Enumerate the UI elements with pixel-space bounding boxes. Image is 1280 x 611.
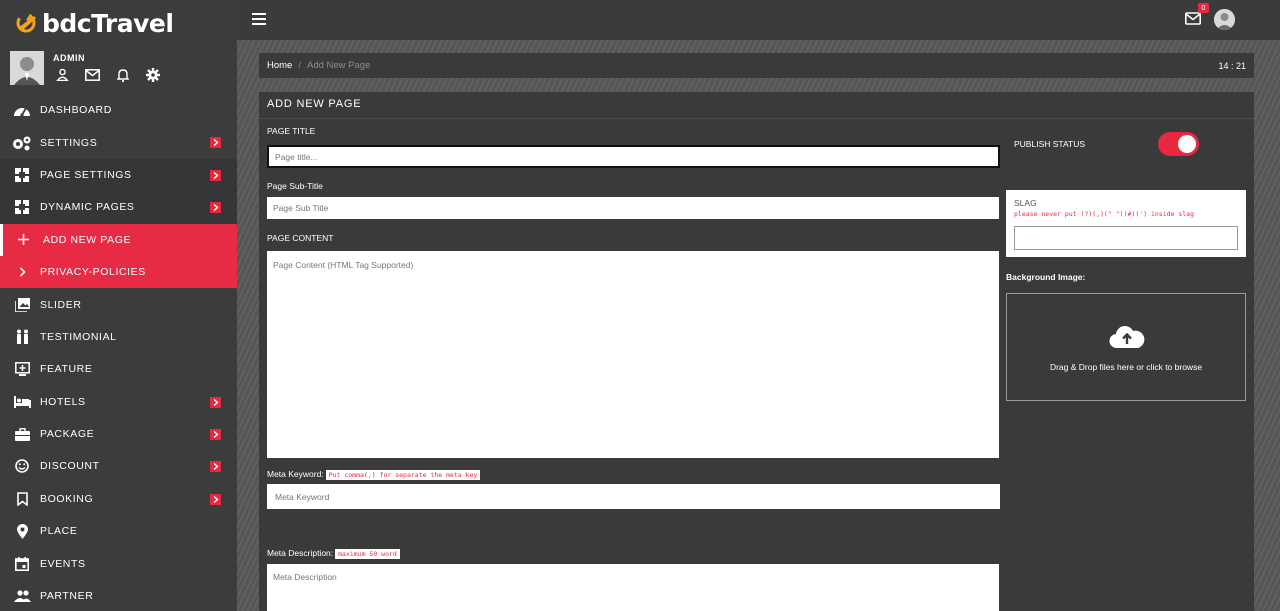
- topbar: 0: [237, 0, 1280, 40]
- bookmark-icon: [0, 492, 40, 506]
- sidebar-item-dashboard[interactable]: DASHBOARD: [0, 94, 237, 126]
- chevron-right-icon: [210, 461, 221, 473]
- group-icon: [0, 590, 40, 603]
- people-icon: [0, 329, 40, 345]
- divider: [259, 118, 1254, 119]
- breadcrumb-home-link[interactable]: Home: [267, 60, 292, 71]
- sidebar-item-settings[interactable]: SETTINGS: [0, 126, 237, 158]
- meta-desc-label-row: Meta Description: maximum 50 word: [267, 548, 400, 559]
- cloud-upload-icon: [1109, 324, 1145, 350]
- sidebar-item-package[interactable]: PACKAGE: [0, 418, 237, 450]
- page-title-label: PAGE TITLE: [267, 126, 316, 136]
- meta-desc-label: Meta Description:: [267, 548, 334, 558]
- bell-icon[interactable]: [113, 66, 132, 83]
- meta-keyword-label-row: Meta Keyword: Put comma(,) for separate t…: [267, 469, 481, 480]
- avatar[interactable]: [1214, 9, 1235, 30]
- sidebar-item-place[interactable]: PLACE: [0, 515, 237, 547]
- bed-icon: [0, 395, 40, 408]
- chevron-right-icon: [210, 169, 221, 181]
- pages-icon: [0, 167, 40, 182]
- profile-icon[interactable]: [53, 66, 72, 83]
- pin-icon: [0, 523, 40, 539]
- sidebar-item-partner[interactable]: PARTNER: [0, 580, 237, 611]
- briefcase-icon: [0, 427, 40, 441]
- sidebar-nav: DASHBOARD SETTINGS PAGE SETTINGS DYNAMIC…: [0, 94, 237, 611]
- chevron-right-icon: [0, 267, 40, 277]
- dashboard-icon: [0, 103, 40, 117]
- publish-status-toggle[interactable]: [1158, 132, 1199, 156]
- toggle-knob: [1178, 135, 1196, 153]
- meta-desc-textarea[interactable]: Meta Description: [267, 564, 999, 611]
- sidebar-item-testimonial[interactable]: TESTIMONIAL: [0, 321, 237, 353]
- hamburger-menu-icon[interactable]: [252, 13, 266, 25]
- calendar-icon: [0, 556, 40, 571]
- chevron-right-icon: [210, 396, 221, 408]
- plus-icon: [3, 234, 43, 246]
- breadcrumb: Home / Add New Page 14 : 21: [259, 53, 1254, 78]
- slag-box: SLAG please never put (?)(,)(" ")(#)(') …: [1006, 190, 1246, 257]
- smile-icon: [0, 459, 40, 474]
- slag-note: please never put (?)(,)(" ")(#)(') insid…: [1014, 210, 1195, 218]
- sidebar-item-privacy-policies[interactable]: PRIVACY-POLICIES: [0, 255, 237, 289]
- avatar[interactable]: [10, 51, 44, 85]
- sidebar-item-page-settings[interactable]: PAGE SETTINGS: [0, 158, 237, 192]
- sidebar-item-events[interactable]: EVENTS: [0, 547, 237, 579]
- chevron-right-icon: [210, 428, 221, 440]
- sidebar-item-dynamic-pages[interactable]: DYNAMIC PAGES: [0, 191, 237, 224]
- slag-label: SLAG: [1014, 198, 1037, 208]
- pages-icon: [0, 200, 40, 215]
- feature-icon: [0, 362, 40, 377]
- sidebar: bdcTravel ADMIN DASHBOARD SETTINGS PAGE …: [0, 0, 237, 611]
- bg-image-dropzone[interactable]: Drag & Drop files here or click to brows…: [1006, 293, 1246, 401]
- user-block: ADMIN: [10, 51, 230, 85]
- bg-image-label: Background Image:: [1006, 272, 1086, 282]
- chevron-right-icon: [210, 137, 221, 149]
- subtitle-input[interactable]: Page Sub Title: [267, 197, 999, 219]
- sidebar-item-booking[interactable]: BOOKING: [0, 483, 237, 515]
- breadcrumb-current: Add New Page: [306, 60, 371, 71]
- sidebar-item-add-new-page[interactable]: ADD NEW PAGE: [0, 223, 237, 256]
- slag-input[interactable]: [1014, 226, 1238, 250]
- plane-logo-icon: [14, 10, 40, 36]
- brand-name: bdcTravel: [42, 8, 174, 38]
- dropzone-text: Drag & Drop files here or click to brows…: [1049, 362, 1203, 372]
- content-label: PAGE CONTENT: [267, 233, 334, 243]
- clock: 14 : 21: [1218, 61, 1246, 71]
- page-title: ADD NEW PAGE: [267, 98, 362, 110]
- mail-count-badge: 0: [1198, 3, 1209, 13]
- chevron-right-icon: [210, 202, 221, 214]
- breadcrumb-separator: /: [298, 60, 301, 71]
- subtitle-label: Page Sub-Title: [267, 181, 323, 191]
- images-icon: [0, 297, 40, 312]
- page-title-input[interactable]: Page title...: [267, 145, 1000, 168]
- mail-icon[interactable]: [83, 66, 102, 83]
- publish-status-label: PUBLISH STATUS: [1014, 139, 1086, 149]
- user-name: ADMIN: [53, 53, 85, 63]
- mail-icon[interactable]: [1185, 12, 1201, 26]
- sidebar-item-slider[interactable]: SLIDER: [0, 288, 237, 320]
- sidebar-item-feature[interactable]: FEATURE: [0, 353, 237, 385]
- sidebar-item-discount[interactable]: DISCOUNT: [0, 450, 237, 482]
- sidebar-item-hotels[interactable]: HOTELS: [0, 386, 237, 418]
- gears-icon: [0, 135, 40, 151]
- brand-logo[interactable]: bdcTravel: [14, 6, 174, 40]
- meta-keyword-label: Meta Keyword:: [267, 469, 324, 479]
- gear-icon[interactable]: [143, 66, 162, 83]
- meta-desc-note: maximum 50 word: [335, 548, 400, 559]
- content-textarea[interactable]: Page Content (HTML Tag Supported): [267, 251, 999, 458]
- chevron-right-icon: [210, 493, 221, 505]
- meta-keyword-input[interactable]: Meta Keyword: [267, 484, 1000, 509]
- meta-keyword-note: Put comma(,) for separate the meta key: [325, 469, 481, 480]
